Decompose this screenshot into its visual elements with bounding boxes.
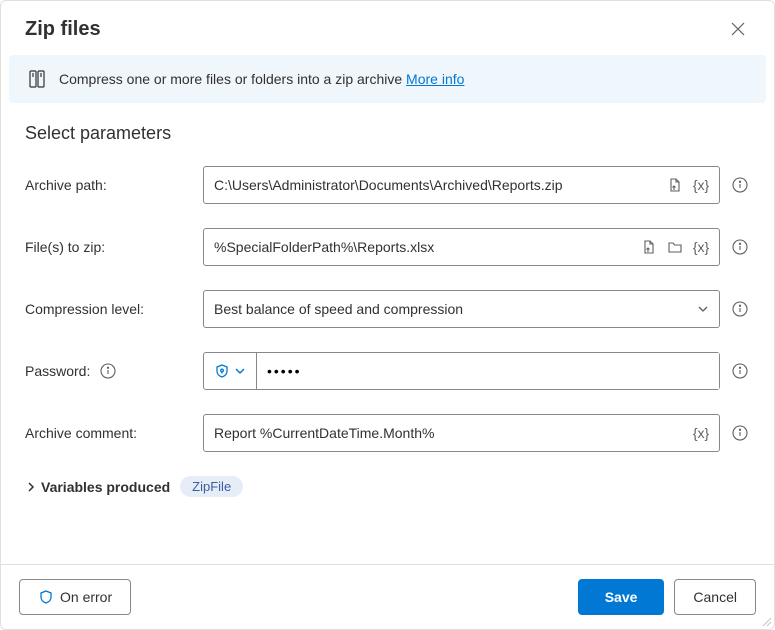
variable-picker-button[interactable]: {x} (691, 423, 711, 443)
info-button-compression-level[interactable] (730, 299, 750, 319)
info-button-files-to-zip[interactable] (730, 237, 750, 257)
compression-level-select[interactable]: Best balance of speed and compression (203, 290, 720, 328)
resize-handle-icon (760, 615, 772, 627)
variable-chip-zipfile[interactable]: ZipFile (180, 476, 243, 497)
more-info-link[interactable]: More info (406, 71, 464, 87)
info-icon (732, 363, 748, 379)
info-button-password[interactable] (730, 361, 750, 381)
compression-level-value: Best balance of speed and compression (214, 301, 463, 317)
section-title: Select parameters (25, 123, 750, 144)
info-icon (100, 363, 116, 379)
row-files-to-zip: File(s) to zip: {x} (25, 228, 750, 266)
variable-picker-button[interactable]: {x} (691, 175, 711, 195)
label-files-to-zip: File(s) to zip: (25, 239, 203, 255)
zip-icon (27, 69, 47, 89)
row-archive-comment: Archive comment: {x} (25, 414, 750, 452)
dialog-header: Zip files (1, 1, 774, 55)
archive-path-input[interactable] (214, 167, 665, 203)
info-button-password-label[interactable] (98, 361, 118, 381)
folder-picker-button[interactable] (665, 237, 685, 257)
file-arrow-icon (667, 177, 683, 193)
banner-text: Compress one or more files or folders in… (59, 71, 464, 87)
chevron-down-icon (234, 365, 246, 377)
save-button[interactable]: Save (578, 579, 665, 615)
info-icon (732, 239, 748, 255)
row-variables-produced: Variables produced ZipFile (25, 476, 750, 497)
row-compression-level: Compression level: Best balance of speed… (25, 290, 750, 328)
password-input[interactable] (257, 353, 719, 389)
form-content: Select parameters Archive path: {x} File… (1, 103, 774, 497)
info-icon (732, 177, 748, 193)
info-banner: Compress one or more files or folders in… (9, 55, 766, 103)
password-mode-dropdown[interactable] (204, 353, 257, 389)
chevron-down-icon (697, 303, 709, 315)
label-compression-level: Compression level: (25, 301, 203, 317)
label-password: Password: (25, 361, 203, 381)
label-archive-path: Archive path: (25, 177, 203, 193)
archive-comment-input[interactable] (214, 415, 691, 451)
cancel-button[interactable]: Cancel (674, 579, 756, 615)
shield-outline-icon (38, 589, 54, 605)
close-icon (731, 22, 745, 36)
info-button-archive-path[interactable] (730, 175, 750, 195)
files-to-zip-input[interactable] (214, 229, 639, 265)
row-password: Password: (25, 352, 750, 390)
close-button[interactable] (726, 17, 750, 41)
info-button-archive-comment[interactable] (730, 423, 750, 443)
row-archive-path: Archive path: {x} (25, 166, 750, 204)
info-icon (732, 301, 748, 317)
chevron-right-icon (25, 481, 37, 493)
dialog-footer: On error Save Cancel (1, 564, 774, 629)
folder-icon (667, 239, 683, 255)
file-picker-button[interactable] (665, 175, 685, 195)
file-arrow-icon (641, 239, 657, 255)
file-picker-button[interactable] (639, 237, 659, 257)
label-archive-comment: Archive comment: (25, 425, 203, 441)
variables-produced-toggle[interactable]: Variables produced (25, 479, 170, 495)
shield-icon (214, 363, 230, 379)
variable-picker-button[interactable]: {x} (691, 237, 711, 257)
info-icon (732, 425, 748, 441)
dialog-title: Zip files (25, 18, 101, 41)
on-error-button[interactable]: On error (19, 579, 131, 615)
